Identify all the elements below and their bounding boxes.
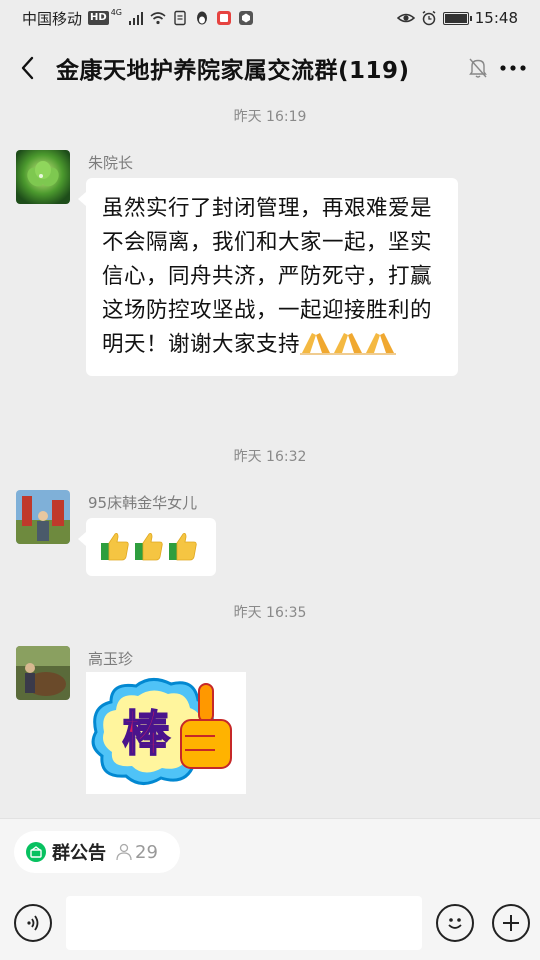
emoji-button[interactable] — [436, 904, 474, 942]
thumbs-up-row — [86, 518, 216, 574]
sender-name: 朱院长 — [88, 154, 134, 172]
voice-button[interactable] — [14, 904, 52, 942]
status-time: 15:48 — [474, 9, 518, 27]
more-functions-button[interactable] — [492, 904, 530, 942]
chat-screen: 中国移动 HD 4G 15:48 金康天地护养院家属交流群(119) 昨天 16… — [0, 0, 540, 960]
sticker-image[interactable]: 棒 — [86, 672, 246, 794]
pray-icon — [300, 329, 397, 366]
message-list[interactable]: 昨天 16:19 朱院长 虽然实行了封闭管理，再艰难爱是不会隔离，我们和大家一起… — [0, 100, 540, 818]
app-red-icon — [216, 11, 231, 25]
back-button[interactable] — [0, 36, 56, 100]
document-icon — [174, 10, 186, 26]
status-bar: 中国移动 HD 4G 15:48 — [0, 0, 540, 36]
input-row — [0, 893, 540, 953]
app-hex-icon — [238, 11, 253, 25]
thumbs-up-icon — [135, 533, 163, 561]
message-input[interactable] — [66, 896, 422, 950]
message-timestamp: 昨天 16:32 — [233, 449, 307, 465]
hd-badge: HD — [88, 11, 109, 25]
voice-icon — [27, 915, 39, 931]
more-options-icon[interactable] — [500, 64, 526, 72]
thumbs-up-icon — [169, 533, 197, 561]
notice-icon — [26, 842, 46, 862]
avatar[interactable] — [16, 490, 70, 544]
member-count-value: 29 — [135, 841, 158, 863]
message-item: 高玉珍 棒 — [16, 646, 526, 806]
person-icon — [116, 843, 132, 861]
signal-bars-icon — [128, 12, 143, 25]
avatar[interactable] — [16, 646, 70, 700]
message-item: 朱院长 虽然实行了封闭管理，再艰难爱是不会隔离，我们和大家一起，坚实信心，同舟共… — [16, 150, 526, 430]
status-right: 15:48 — [396, 9, 518, 27]
notice-label: 群公告 — [52, 843, 106, 864]
avatar[interactable] — [16, 150, 70, 204]
message-bubble[interactable]: 虽然实行了封闭管理，再艰难爱是不会隔离，我们和大家一起，坚实信心，同舟共济，严防… — [78, 178, 458, 376]
message-bubble[interactable] — [78, 518, 216, 576]
bottom-bar: 群公告 29 — [0, 818, 540, 960]
sticker-text: 棒 — [122, 706, 171, 762]
message-timestamp: 昨天 16:35 — [233, 605, 307, 621]
message-timestamp: 昨天 16:19 — [233, 109, 307, 125]
battery-icon — [442, 11, 472, 25]
mute-bell-icon — [469, 58, 487, 78]
chat-header: 金康天地护养院家属交流群(119) — [0, 36, 540, 100]
message-item: 95床韩金华女儿 — [16, 490, 526, 580]
status-left: 中国移动 HD 4G — [22, 8, 254, 29]
sender-name: 95床韩金华女儿 — [88, 494, 198, 512]
chevron-left-icon — [21, 56, 34, 80]
alarm-clock-icon — [422, 10, 436, 26]
carrier-name: 中国移动 — [22, 9, 83, 28]
header-actions — [468, 57, 540, 79]
qq-penguin-icon — [196, 11, 207, 25]
chat-title: 金康天地护养院家属交流群(119) — [56, 58, 410, 84]
sender-name: 高玉珍 — [88, 650, 134, 668]
eye-icon — [396, 13, 415, 23]
member-count: 29 — [116, 842, 158, 863]
plus-icon — [503, 915, 519, 931]
wifi-icon — [150, 12, 166, 25]
group-notice-button[interactable]: 群公告 29 — [14, 831, 180, 873]
smiley-icon — [448, 918, 462, 929]
thumbs-up-icon — [101, 533, 129, 561]
network-type: 4G — [110, 7, 122, 17]
